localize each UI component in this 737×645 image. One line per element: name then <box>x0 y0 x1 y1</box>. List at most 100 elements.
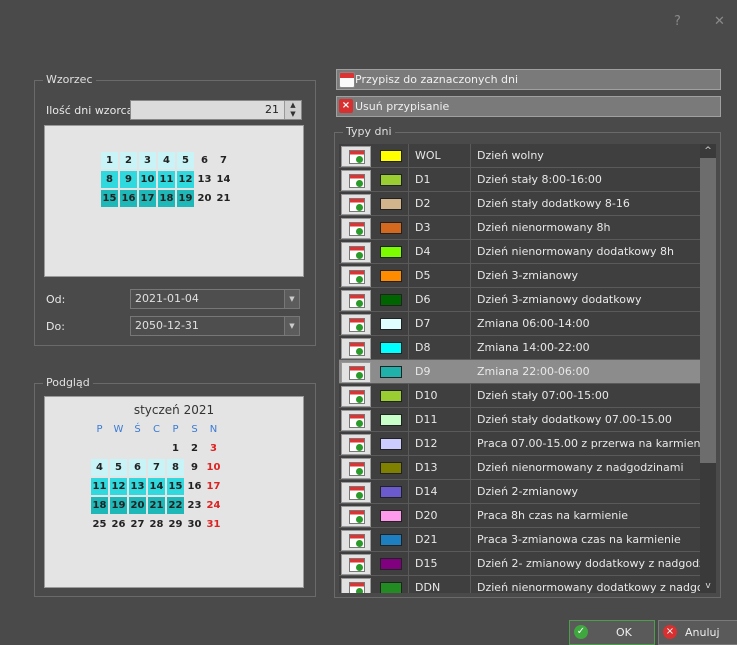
calendar-day[interactable]: 14 <box>215 171 232 188</box>
day-types-scrollbar[interactable]: ^ v <box>700 144 716 593</box>
pattern-days-spinner[interactable]: 21 ▲ ▼ <box>130 100 302 120</box>
calendar-day[interactable]: 12 <box>177 171 194 188</box>
calendar-day[interactable]: 6 <box>129 459 146 476</box>
day-type-row[interactable]: D10 Dzień stały 07:00-15:00 <box>339 384 700 408</box>
assign-day-type-button[interactable] <box>341 458 371 479</box>
assign-day-type-button[interactable] <box>341 218 371 239</box>
assign-day-type-button[interactable] <box>341 530 371 551</box>
day-type-row[interactable]: D9 Zmiana 22:00-06:00 <box>339 360 700 384</box>
day-type-row[interactable]: D7 Zmiana 06:00-14:00 <box>339 312 700 336</box>
calendar-day[interactable]: 26 <box>110 516 127 533</box>
calendar-day[interactable] <box>129 440 146 457</box>
calendar-day[interactable]: 22 <box>167 497 184 514</box>
assign-day-type-button[interactable] <box>341 338 371 359</box>
calendar-day[interactable]: 2 <box>186 440 203 457</box>
calendar-day[interactable]: 24 <box>205 497 222 514</box>
calendar-day[interactable]: 7 <box>215 152 232 169</box>
calendar-day[interactable]: 16 <box>120 190 137 207</box>
day-type-row[interactable]: D14 Dzień 2-zmianowy <box>339 480 700 504</box>
day-type-row[interactable]: D15 Dzień 2- zmianowy dodatkowy z nadgodz… <box>339 552 700 576</box>
calendar-day[interactable]: 7 <box>148 459 165 476</box>
day-type-row[interactable]: D3 Dzień nienormowany 8h <box>339 216 700 240</box>
calendar-day[interactable]: 21 <box>148 497 165 514</box>
calendar-day[interactable]: 31 <box>205 516 222 533</box>
day-type-row[interactable]: D11 Dzień stały dodatkowy 07.00-15.00 <box>339 408 700 432</box>
assign-day-type-button[interactable] <box>341 410 371 431</box>
chevron-down-icon[interactable]: v <box>700 579 716 593</box>
calendar-day[interactable]: 17 <box>205 478 222 495</box>
calendar-day[interactable]: 10 <box>205 459 222 476</box>
day-type-row[interactable]: D2 Dzień stały dodatkowy 8-16 <box>339 192 700 216</box>
calendar-day[interactable]: 23 <box>186 497 203 514</box>
close-button[interactable]: ✕ <box>714 14 725 29</box>
calendar-day[interactable]: 13 <box>129 478 146 495</box>
day-type-row[interactable]: D8 Zmiana 14:00-22:00 <box>339 336 700 360</box>
calendar-day[interactable]: 4 <box>158 152 175 169</box>
calendar-day[interactable]: 19 <box>177 190 194 207</box>
calendar-day[interactable] <box>148 440 165 457</box>
calendar-day[interactable]: 27 <box>129 516 146 533</box>
remove-assignment-button[interactable]: × Usuń przypisanie <box>336 96 721 117</box>
assign-day-type-button[interactable] <box>341 314 371 335</box>
assign-day-type-button[interactable] <box>341 434 371 455</box>
assign-button[interactable]: Przypisz do zaznaczonych dni <box>336 69 721 90</box>
ok-button[interactable]: ✓ OK <box>569 620 655 645</box>
day-type-row[interactable]: D21 Praca 3-zmianowa czas na karmienie <box>339 528 700 552</box>
calendar-day[interactable]: 9 <box>120 171 137 188</box>
spin-up-icon[interactable]: ▲ <box>285 101 301 110</box>
assign-day-type-button[interactable] <box>341 578 371 593</box>
day-type-row[interactable]: D6 Dzień 3-zmianowy dodatkowy <box>339 288 700 312</box>
day-type-row[interactable]: D5 Dzień 3-zmianowy <box>339 264 700 288</box>
calendar-day[interactable]: 6 <box>196 152 213 169</box>
calendar-day[interactable]: 12 <box>110 478 127 495</box>
calendar-day[interactable]: 8 <box>101 171 118 188</box>
assign-day-type-button[interactable] <box>341 554 371 575</box>
calendar-day[interactable]: 28 <box>148 516 165 533</box>
calendar-day[interactable]: 11 <box>91 478 108 495</box>
to-date-combo[interactable]: 2050-12-31 ▼ <box>130 316 300 336</box>
calendar-day[interactable]: 15 <box>167 478 184 495</box>
assign-day-type-button[interactable] <box>341 362 371 383</box>
day-type-row[interactable]: D12 Praca 07.00-15.00 z przerwa na karmie… <box>339 432 700 456</box>
day-type-row[interactable]: D20 Praca 8h czas na karmienie <box>339 504 700 528</box>
scrollbar-thumb[interactable] <box>700 158 716 463</box>
help-button[interactable]: ? <box>674 14 681 29</box>
calendar-day[interactable]: 19 <box>110 497 127 514</box>
day-types-list[interactable]: WOL Dzień wolny D1 Dzień stały 8:00-16:00 D2… <box>339 144 700 593</box>
calendar-day[interactable]: 10 <box>139 171 156 188</box>
day-type-row[interactable]: DDN Dzień nienormowany dodatkowy z nadgod… <box>339 576 700 593</box>
calendar-day[interactable]: 8 <box>167 459 184 476</box>
calendar-day[interactable] <box>110 440 127 457</box>
calendar-day[interactable]: 20 <box>196 190 213 207</box>
calendar-day[interactable]: 18 <box>158 190 175 207</box>
calendar-day[interactable]: 30 <box>186 516 203 533</box>
day-type-row[interactable]: D1 Dzień stały 8:00-16:00 <box>339 168 700 192</box>
day-type-row[interactable]: D4 Dzień nienormowany dodatkowy 8h <box>339 240 700 264</box>
calendar-day[interactable]: 17 <box>139 190 156 207</box>
assign-day-type-button[interactable] <box>341 290 371 311</box>
calendar-day[interactable]: 13 <box>196 171 213 188</box>
chevron-up-icon[interactable]: ^ <box>700 144 716 158</box>
assign-day-type-button[interactable] <box>341 170 371 191</box>
calendar-day[interactable] <box>91 440 108 457</box>
assign-day-type-button[interactable] <box>341 386 371 407</box>
chevron-down-icon[interactable]: ▼ <box>284 317 299 335</box>
calendar-day[interactable]: 21 <box>215 190 232 207</box>
calendar-day[interactable]: 16 <box>186 478 203 495</box>
pattern-days-value[interactable]: 21 <box>265 103 279 116</box>
calendar-day[interactable]: 1 <box>101 152 118 169</box>
assign-day-type-button[interactable] <box>341 194 371 215</box>
cancel-button[interactable]: × Anuluj <box>658 620 737 645</box>
assign-day-type-button[interactable] <box>341 482 371 503</box>
calendar-day[interactable]: 1 <box>167 440 184 457</box>
calendar-day[interactable]: 3 <box>139 152 156 169</box>
calendar-day[interactable]: 4 <box>91 459 108 476</box>
calendar-day[interactable]: 15 <box>101 190 118 207</box>
assign-day-type-button[interactable] <box>341 506 371 527</box>
calendar-day[interactable]: 3 <box>205 440 222 457</box>
calendar-day[interactable]: 11 <box>158 171 175 188</box>
calendar-day[interactable]: 2 <box>120 152 137 169</box>
calendar-day[interactable]: 25 <box>91 516 108 533</box>
chevron-down-icon[interactable]: ▼ <box>284 290 299 308</box>
calendar-day[interactable]: 5 <box>110 459 127 476</box>
